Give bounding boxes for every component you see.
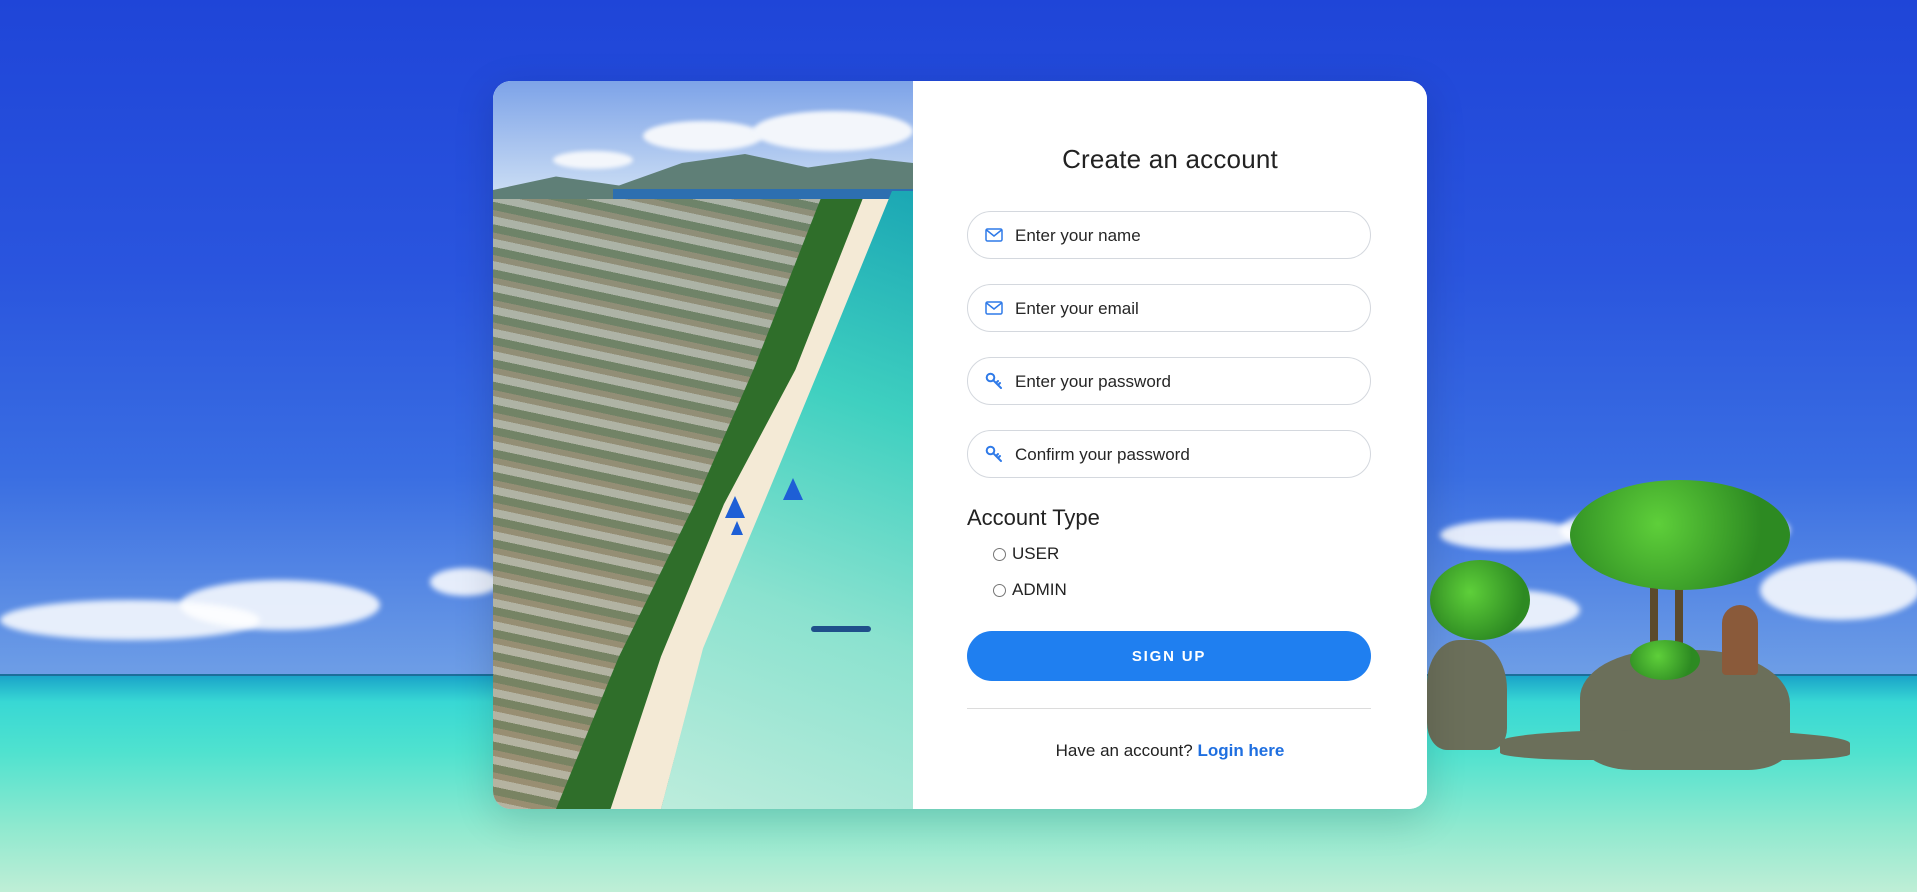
beach-photo [493, 81, 913, 809]
page-title: Create an account [1062, 144, 1278, 174]
radio-user-label: USER [1012, 544, 1060, 563]
signup-card: Create an account Account Type [493, 81, 1427, 809]
account-type-label: Account Type [967, 505, 1100, 530]
radio-user-input[interactable] [993, 547, 1006, 561]
key-icon [984, 371, 1004, 391]
confirm-password-field[interactable] [967, 430, 1371, 479]
name-field[interactable] [967, 211, 1371, 260]
envelope-icon [984, 298, 1004, 318]
password-field[interactable] [967, 357, 1371, 406]
password-input[interactable] [1013, 358, 1357, 406]
name-input[interactable] [1013, 212, 1357, 260]
email-field[interactable] [967, 284, 1371, 333]
divider [967, 708, 1371, 709]
envelope-icon [984, 225, 1004, 245]
radio-admin-input[interactable] [993, 583, 1006, 597]
radio-admin[interactable]: ADMIN [993, 580, 1067, 600]
radio-user[interactable]: USER [993, 544, 1059, 564]
signup-form: Create an account Account Type [913, 81, 1427, 809]
signup-button[interactable]: SIGN UP [967, 631, 1371, 681]
confirm-password-input[interactable] [1013, 431, 1357, 479]
login-link[interactable]: Login here [1197, 741, 1284, 760]
login-prompt-text: Have an account? [1055, 741, 1193, 760]
email-input[interactable] [1013, 285, 1357, 333]
login-prompt: Have an account? Login here [913, 741, 1427, 761]
key-icon [984, 444, 1004, 464]
radio-admin-label: ADMIN [1012, 580, 1067, 599]
